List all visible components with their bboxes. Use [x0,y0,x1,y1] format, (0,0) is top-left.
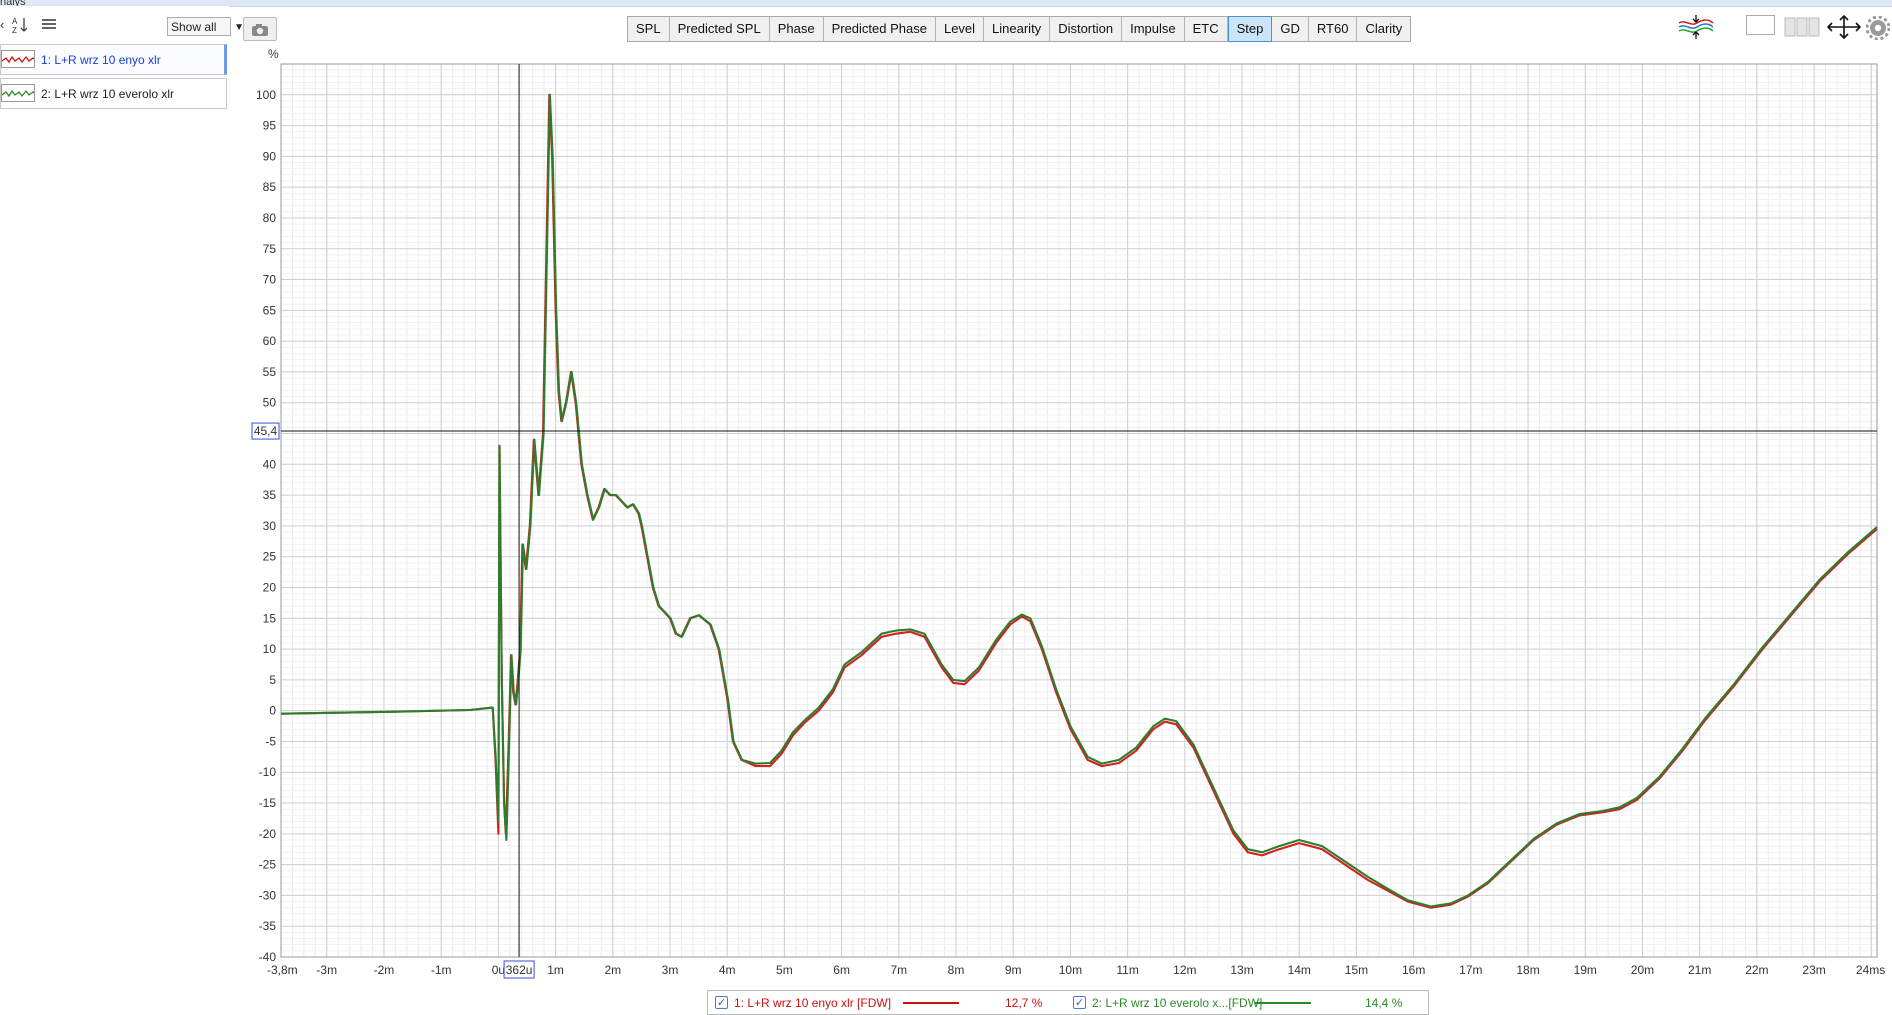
y-tick-label: -25 [259,858,277,872]
y-tick-label: -30 [259,888,277,902]
step-response-chart[interactable]: -40 -35 -30 -25 -20 -15 -10 -5 0 5 10 15 20 25 30 35 40 4… [0,0,1892,1015]
y-tick-label: 25 [263,550,277,564]
y-tick-label: -20 [259,827,277,841]
x-tick-label: 19m [1574,963,1597,977]
legend-value-1: 12,7 % [1005,996,1043,1010]
x-tick-label: 15m [1345,963,1368,977]
y-tick-label: -10 [259,765,277,779]
y-tick-label: 10 [263,642,277,656]
x-tick-label: 21m [1688,963,1711,977]
x-tick-label: 13m [1230,963,1253,977]
x-tick-label: 1m [547,963,564,977]
x-tick-label: 14m [1288,963,1311,977]
y-tick-label: 90 [263,149,277,163]
y-tick-label: 65 [263,303,277,317]
x-tick-label: -3m [316,963,337,977]
x-tick-label: 2m [604,963,621,977]
x-tick-label: 6m [833,963,850,977]
legend-label-1: 1: L+R wrz 10 enyo xlr [FDW] [734,996,892,1010]
y-tick-label: 0 [269,704,276,718]
y-tick-label: 40 [263,457,277,471]
x-tick-label: 5m [776,963,793,977]
y-axis-ticks: -40 -35 -30 -25 -20 -15 -10 -5 0 5 10 15 20 25 30 35 40 4… [256,88,276,964]
x-tick-label: 22m [1745,963,1768,977]
y-tick-label: 75 [263,242,277,256]
x-tick-label: 12m [1173,963,1196,977]
x-tick-label: 3m [662,963,679,977]
y-tick-label: 50 [263,396,277,410]
y-tick-label: -15 [259,796,277,810]
x-tick-label: 18m [1516,963,1539,977]
y-tick-label: 55 [263,365,277,379]
legend-line-2 [1255,1002,1311,1004]
y-tick-label: -5 [265,734,276,748]
x-tick-label: 8m [948,963,965,977]
legend-entry-2[interactable]: ✓ 2: L+R wrz 10 everolo x...[FDW] 14,4 % [1073,996,1423,1010]
cursor-y-readout: 45,4 [254,424,278,438]
legend-checkbox-1[interactable]: ✓ [715,996,728,1009]
x-tick-label: -3,8m [267,963,298,977]
x-tick-label: 24ms [1856,963,1885,977]
x-tick-label: 16m [1402,963,1425,977]
y-tick-label: 70 [263,273,277,287]
y-tick-label: 100 [256,88,276,102]
x-tick-label: 23m [1802,963,1825,977]
x-tick-label: 4m [719,963,736,977]
legend-label-2: 2: L+R wrz 10 everolo x...[FDW] [1092,996,1263,1010]
x-tick-label: 0u [492,963,505,977]
x-tick-label: 11m [1116,963,1138,977]
y-tick-label: 80 [263,211,277,225]
y-tick-label: 60 [263,334,277,348]
x-tick-label: 7m [890,963,907,977]
legend-entry-1[interactable]: ✓ 1: L+R wrz 10 enyo xlr [FDW] 12,7 % [715,996,1065,1010]
x-tick-label: -2m [374,963,395,977]
y-tick-label: -35 [259,919,277,933]
chart-legend: ✓ 1: L+R wrz 10 enyo xlr [FDW] 12,7 % ✓ … [707,990,1429,1015]
cursor-x-readout: 362u [506,963,533,977]
x-tick-label: 20m [1631,963,1654,977]
y-tick-label: 15 [263,611,277,625]
y-tick-label: 95 [263,119,277,133]
x-tick-label: -1m [431,963,452,977]
y-axis-label: % [268,47,279,61]
y-tick-label: 20 [263,580,277,594]
legend-checkbox-2[interactable]: ✓ [1073,996,1086,1009]
x-tick-label: 10m [1059,963,1082,977]
y-tick-label: 35 [263,488,277,502]
x-tick-label: 9m [1005,963,1022,977]
x-tick-label: 17m [1459,963,1482,977]
plot-area[interactable] [281,64,1877,957]
y-tick-label: -40 [259,950,277,964]
legend-line-1 [903,1002,959,1004]
legend-value-2: 14,4 % [1365,996,1403,1010]
y-tick-label: 85 [263,180,277,194]
y-tick-label: 5 [269,673,276,687]
y-tick-label: 30 [263,519,277,533]
